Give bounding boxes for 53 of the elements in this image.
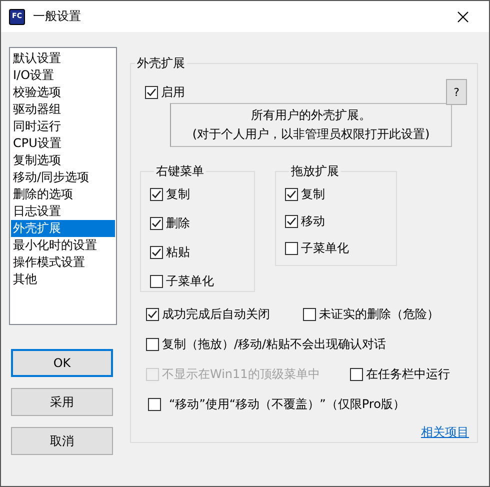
list-item[interactable]: 移动/同步选项 xyxy=(11,169,115,186)
checkbox[interactable] xyxy=(150,217,163,230)
group-title: 拖放扩展 xyxy=(290,163,340,180)
list-item[interactable]: 复制选项 xyxy=(11,152,115,169)
help-button[interactable]: ? xyxy=(446,79,467,105)
checkbox[interactable] xyxy=(146,308,159,321)
list-item[interactable]: 删除的选项 xyxy=(11,186,115,203)
checkbox-label: 复制（拖放）/移动/粘贴不会出现确认对话 xyxy=(162,336,386,353)
checkbox[interactable] xyxy=(150,275,163,288)
checkbox[interactable] xyxy=(285,188,298,201)
info-text: (对于个人用户，以非管理员权限打开此设置) xyxy=(192,126,430,143)
list-item[interactable]: 校验选项 xyxy=(11,84,115,101)
list-item[interactable]: CPU设置 xyxy=(11,135,115,152)
list-item[interactable]: 外壳扩展 xyxy=(11,220,115,237)
checkbox[interactable] xyxy=(150,188,163,201)
info-text: 所有用户的外壳扩展。 xyxy=(251,107,371,124)
checkbox[interactable] xyxy=(285,242,298,255)
dialog-button[interactable]: 采用 xyxy=(11,388,113,416)
checkbox[interactable] xyxy=(148,398,161,411)
checkbox-label: 启用 xyxy=(161,84,185,101)
close-icon[interactable] xyxy=(457,10,469,22)
list-item[interactable]: 操作模式设置 xyxy=(11,254,115,271)
checkbox-label: 粘贴 xyxy=(166,244,190,261)
list-item[interactable]: 默认设置 xyxy=(11,50,115,67)
group-title: 外壳扩展 xyxy=(136,55,186,72)
dialog-button[interactable]: 取消 xyxy=(11,427,113,455)
checkbox-label: 未证实的删除（危险） xyxy=(319,306,439,323)
checkbox[interactable] xyxy=(350,368,363,381)
checkbox-label: 子菜单化 xyxy=(166,273,214,290)
checkbox[interactable] xyxy=(146,338,159,351)
checkbox-label: 在任务栏中运行 xyxy=(366,366,450,383)
window-title: 一般设置 xyxy=(33,8,82,25)
checkbox[interactable] xyxy=(303,308,316,321)
list-item[interactable]: 最小化时的设置 xyxy=(11,237,115,254)
related-link[interactable]: 相关项目 xyxy=(421,424,469,441)
group-title: 右键菜单 xyxy=(155,163,205,180)
checkbox-label: 复制 xyxy=(301,186,325,203)
list-item[interactable]: I/O设置 xyxy=(11,67,115,84)
checkbox[interactable] xyxy=(285,215,298,228)
checkbox-label: 不显示在Win11的顶级菜单中 xyxy=(162,366,320,383)
checkbox-label: 成功完成后自动关闭 xyxy=(162,306,270,323)
list-item[interactable]: 其他 xyxy=(11,271,115,288)
list-item[interactable]: 同时运行 xyxy=(11,118,115,135)
checkbox-label: 移动 xyxy=(301,213,325,230)
list-item[interactable]: 日志设置 xyxy=(11,203,115,220)
checkbox-label: “移动”使用“移动（不覆盖）”（仅限Pro版） xyxy=(169,396,405,413)
list-item[interactable]: 驱动器组 xyxy=(11,101,115,118)
checkbox[interactable] xyxy=(150,246,163,259)
checkbox-label: 删除 xyxy=(166,215,190,232)
checkbox[interactable] xyxy=(145,86,158,99)
checkbox-label: 复制 xyxy=(166,186,190,203)
checkbox-label: 子菜单化 xyxy=(301,240,349,257)
dialog-button[interactable]: OK xyxy=(11,349,113,377)
